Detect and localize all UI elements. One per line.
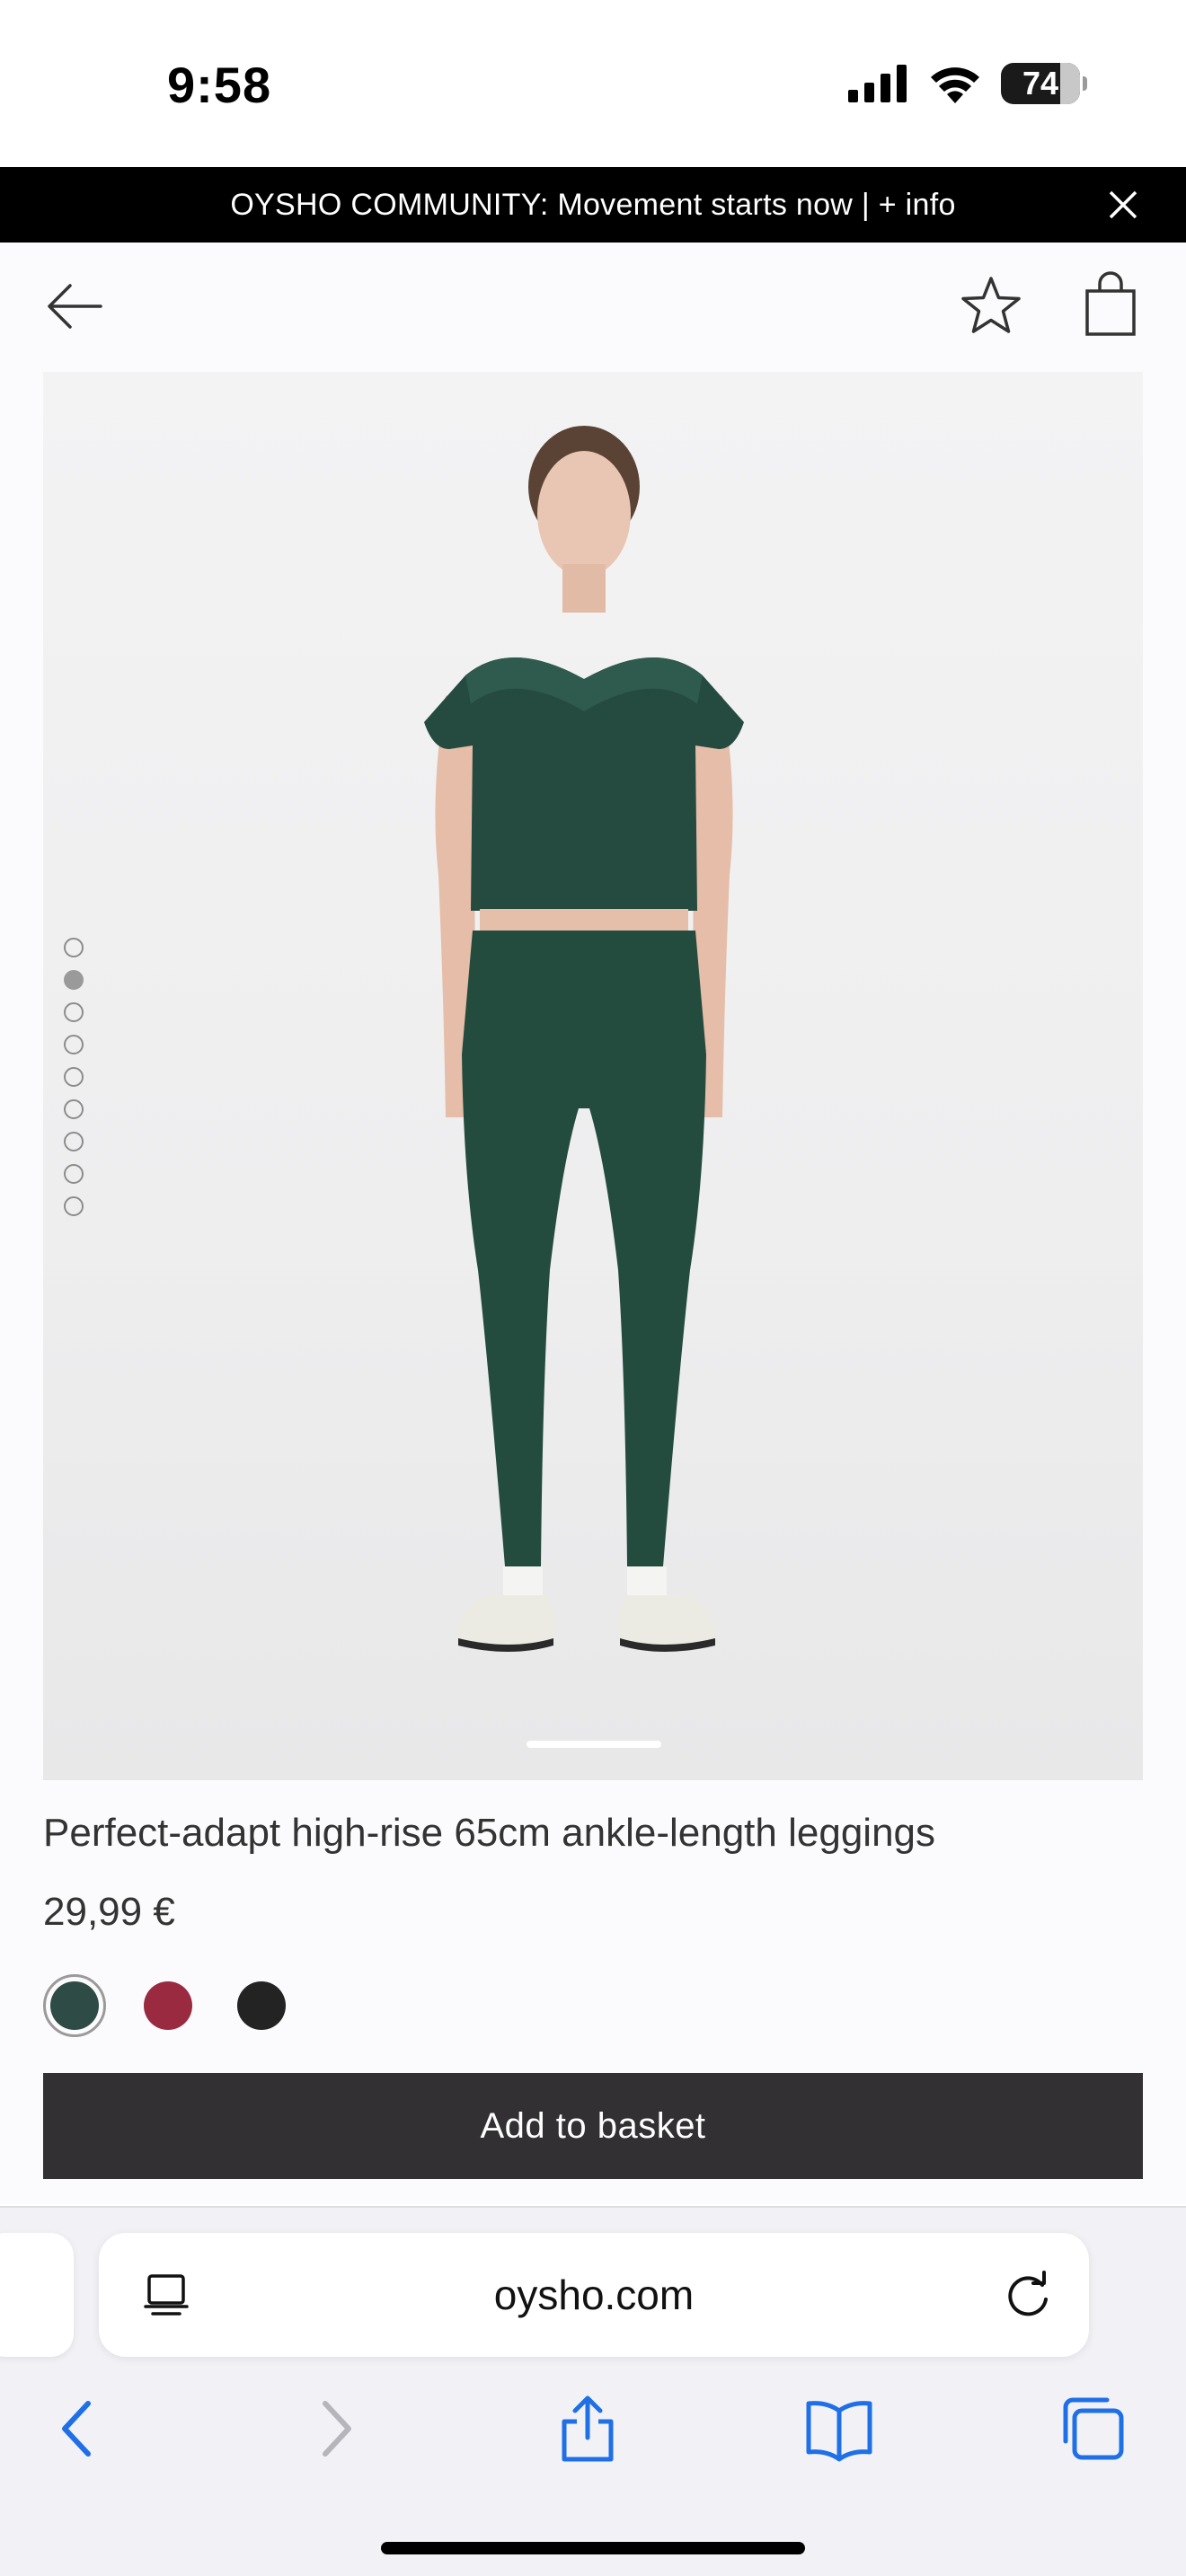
promo-text[interactable]: OYSHO COMMUNITY: Movement starts now | +…	[230, 188, 955, 223]
status-time: 9:58	[167, 57, 272, 113]
gallery-dot[interactable]	[64, 1196, 84, 1216]
product-title: Perfect-adapt high-rise 65cm ankle-lengt…	[43, 1811, 936, 1855]
battery-level: 74	[1022, 65, 1059, 101]
gallery-dot[interactable]	[64, 1035, 84, 1054]
browser-chrome: oysho.com	[0, 2206, 1186, 2576]
color-swatches	[43, 1974, 293, 2037]
gallery-dot[interactable]	[64, 1099, 84, 1119]
wifi-icon	[931, 67, 979, 103]
gallery-dots	[64, 938, 84, 1216]
add-to-basket-button[interactable]: Add to basket	[43, 2073, 1143, 2179]
color-swatch-black[interactable]	[230, 1974, 293, 2037]
shopping-bag-icon[interactable]	[1082, 271, 1139, 338]
share-icon[interactable]	[552, 2393, 624, 2465]
color-swatch-red[interactable]	[137, 1974, 199, 2037]
color-swatch-green[interactable]	[43, 1974, 106, 2037]
gallery-dot[interactable]	[64, 1002, 84, 1022]
gallery-dot[interactable]	[64, 1164, 84, 1184]
home-indicator	[381, 2542, 805, 2554]
close-icon[interactable]	[1105, 187, 1141, 223]
reload-icon[interactable]	[1003, 2269, 1055, 2321]
status-bar: 9:58 74	[0, 0, 1186, 167]
previous-tab-preview[interactable]	[0, 2233, 74, 2357]
gallery-dot[interactable]	[64, 938, 84, 957]
swatch-fill	[144, 1981, 192, 2030]
battery-icon: 74	[1001, 63, 1087, 104]
gallery-dot[interactable]	[64, 1067, 84, 1087]
status-icons: 74	[848, 63, 1087, 104]
browser-toolbar	[0, 2393, 1186, 2483]
gallery-dot-active[interactable]	[64, 970, 84, 990]
browser-back-icon[interactable]	[43, 2393, 115, 2465]
product-header	[0, 243, 1186, 372]
url-text[interactable]: oysho.com	[99, 2271, 1089, 2319]
swatch-fill	[50, 1981, 99, 2030]
product-price: 29,99 €	[43, 1890, 175, 1934]
swatch-fill	[237, 1981, 286, 2030]
cellular-signal-icon	[848, 65, 907, 102]
bookmarks-icon[interactable]	[803, 2393, 875, 2465]
address-bar[interactable]: oysho.com	[99, 2233, 1089, 2357]
back-arrow-icon[interactable]	[43, 275, 106, 338]
image-scroll-indicator	[527, 1741, 661, 1748]
product-image[interactable]	[43, 372, 1143, 1780]
browser-forward-icon[interactable]	[298, 2393, 370, 2465]
promo-banner[interactable]: OYSHO COMMUNITY: Movement starts now | +…	[0, 167, 1186, 243]
model-photo	[424, 426, 744, 1652]
gallery-dot[interactable]	[64, 1132, 84, 1151]
tabs-icon[interactable]	[1057, 2393, 1128, 2465]
star-icon[interactable]	[958, 273, 1024, 340]
